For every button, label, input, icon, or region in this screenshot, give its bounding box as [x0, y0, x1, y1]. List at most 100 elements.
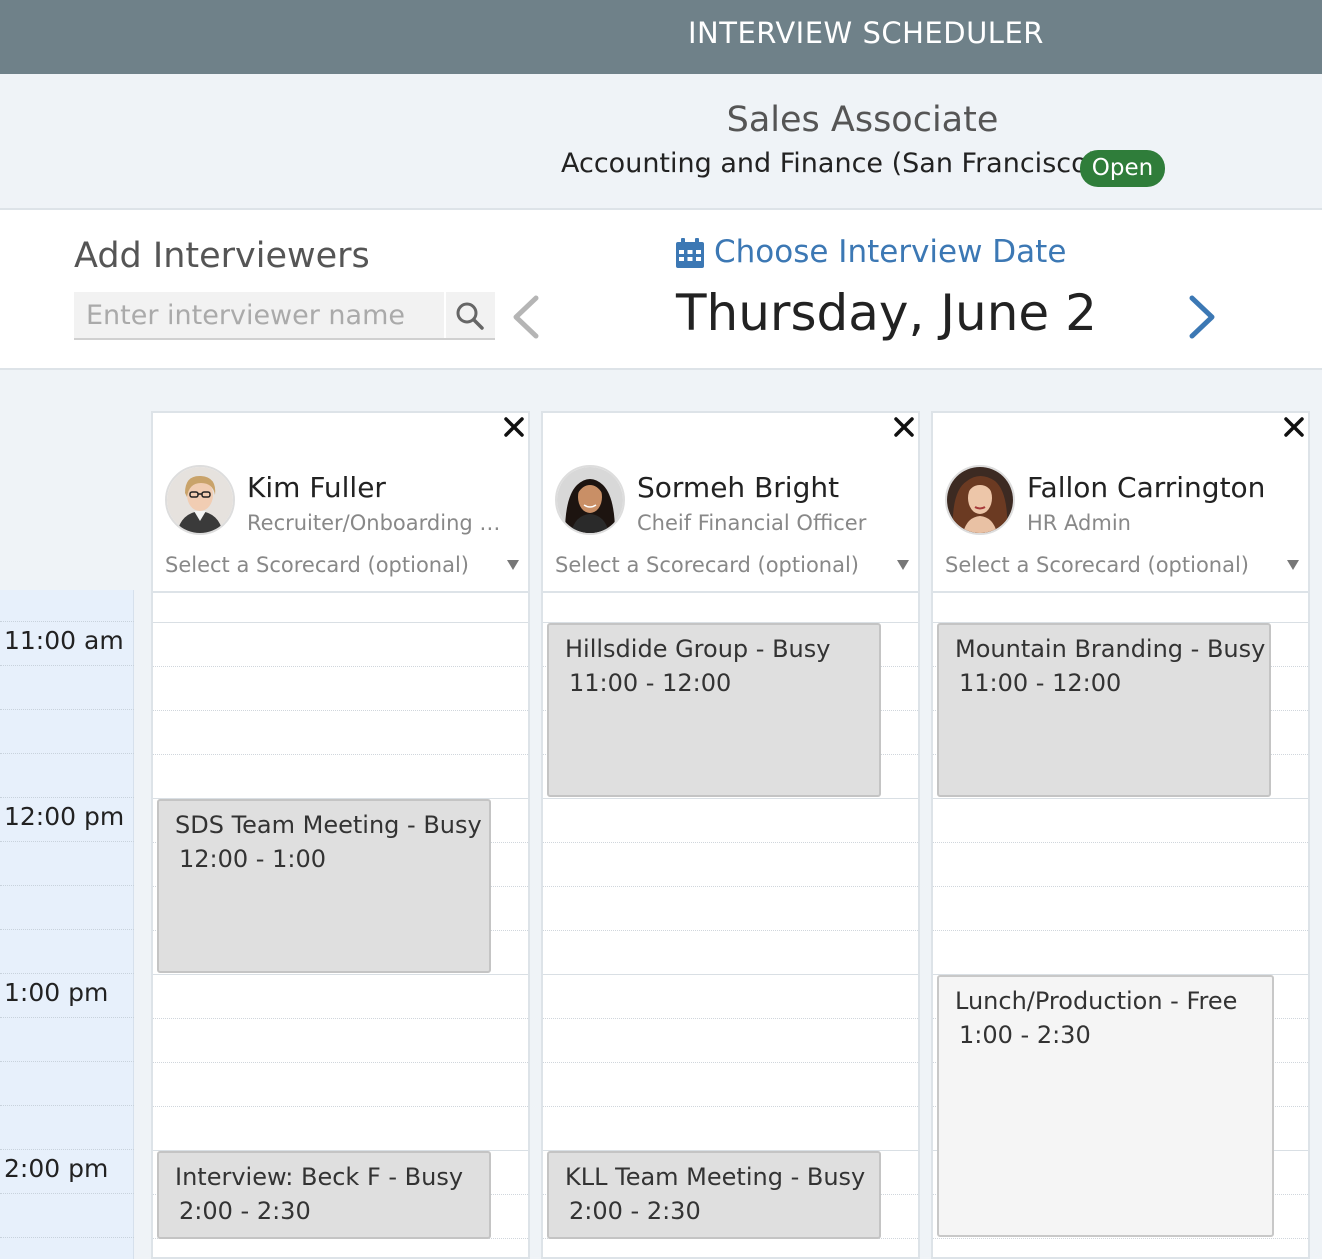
remove-interviewer-button[interactable] — [892, 415, 916, 439]
time-label-2pm: 2:00 pm — [4, 1154, 109, 1183]
status-badge: Open — [1080, 150, 1165, 187]
search-icon — [456, 302, 484, 330]
close-icon — [1284, 417, 1304, 437]
time-grid: Mountain Branding - Busy 11:00 - 12:00 L… — [933, 591, 1308, 1259]
previous-day-button[interactable] — [506, 292, 546, 342]
calendar-event[interactable]: Lunch/Production - Free 1:00 - 2:30 — [937, 975, 1274, 1237]
interviewer-name: Fallon Carrington — [1027, 471, 1266, 504]
chevron-left-icon — [513, 295, 539, 339]
scorecard-placeholder: Select a Scorecard (optional) — [945, 553, 1249, 577]
calendar-event[interactable]: SDS Team Meeting - Busy 12:00 - 1:00 — [157, 799, 491, 973]
time-gridline — [0, 709, 134, 710]
calendar-event[interactable]: Mountain Branding - Busy 11:00 - 12:00 — [937, 623, 1271, 797]
time-gridline — [0, 1105, 134, 1106]
grid-line — [933, 886, 1308, 887]
avatar-image — [557, 467, 623, 533]
grid-line — [933, 798, 1308, 799]
time-gridline — [0, 1017, 134, 1018]
event-time: 12:00 - 1:00 — [179, 845, 326, 873]
chevron-right-icon — [1189, 295, 1215, 339]
avatar-image — [947, 467, 1013, 533]
scorecard-select[interactable]: Select a Scorecard (optional) — [555, 549, 910, 583]
job-department: Accounting and Finance (San Francisco) — [561, 148, 1099, 179]
interviewer-name: Kim Fuller — [247, 471, 386, 504]
scorecard-select[interactable]: Select a Scorecard (optional) — [165, 549, 520, 583]
interviewer-role: Cheif Financial Officer — [637, 511, 867, 535]
calendar-event[interactable]: Interview: Beck F - Busy 2:00 - 2:30 — [157, 1151, 491, 1239]
time-gridline — [0, 1193, 134, 1194]
interviewer-role: Recruiter/Onboarding Specialist — [247, 511, 509, 535]
search-divider — [444, 292, 446, 338]
grid-line — [543, 1062, 918, 1063]
search-button[interactable] — [452, 298, 488, 334]
remove-interviewer-button[interactable] — [502, 415, 526, 439]
scheduler-controls: Add Interviewers Choose Interview Date — [0, 210, 1322, 370]
grid-line — [543, 1018, 918, 1019]
dropdown-arrow-icon — [1287, 560, 1299, 570]
grid-line — [933, 1238, 1308, 1239]
event-time: 2:00 - 2:30 — [179, 1197, 311, 1225]
time-grid: Hillsdide Group - Busy 11:00 - 12:00 KLL… — [543, 591, 918, 1259]
event-title: Hillsdide Group - Busy — [565, 635, 831, 663]
time-gridline — [0, 665, 134, 666]
time-label-1pm: 1:00 pm — [4, 978, 109, 1007]
avatar — [945, 465, 1015, 535]
dropdown-arrow-icon — [507, 560, 519, 570]
interviewer-role: HR Admin — [1027, 511, 1131, 535]
avatar-image — [167, 467, 233, 533]
grid-line — [543, 886, 918, 887]
time-gridline — [0, 1061, 134, 1062]
scorecard-placeholder: Select a Scorecard (optional) — [555, 553, 859, 577]
dropdown-arrow-icon — [897, 560, 909, 570]
time-gridline — [0, 621, 134, 622]
event-title: KLL Team Meeting - Busy — [565, 1163, 866, 1191]
choose-date-label: Choose Interview Date — [714, 234, 1067, 270]
grid-line — [933, 842, 1308, 843]
interviewer-column-fallon-carrington: Fallon Carrington HR Admin Select a Scor… — [931, 411, 1310, 1259]
calendar-event[interactable]: KLL Team Meeting - Busy 2:00 - 2:30 — [547, 1151, 881, 1239]
event-time: 2:00 - 2:30 — [569, 1197, 701, 1225]
grid-line — [543, 1106, 918, 1107]
interviewer-name: Sormeh Bright — [637, 471, 840, 504]
grid-line — [933, 930, 1308, 931]
time-gridline — [0, 885, 134, 886]
time-gridline — [0, 797, 134, 798]
avatar — [555, 465, 625, 535]
current-date: Thursday, June 2 — [676, 284, 1097, 342]
event-time: 11:00 - 12:00 — [569, 669, 732, 697]
time-column: 11:00 am 12:00 pm 1:00 pm 2:00 pm — [0, 590, 134, 1259]
grid-line — [153, 710, 528, 711]
event-title: Lunch/Production - Free — [955, 987, 1238, 1015]
job-title: Sales Associate — [726, 100, 999, 140]
scorecard-select[interactable]: Select a Scorecard (optional) — [945, 549, 1300, 583]
calendar-icon — [676, 238, 704, 268]
grid-line — [543, 930, 918, 931]
grid-line — [543, 842, 918, 843]
app-title: INTERVIEW SCHEDULER — [688, 16, 1044, 50]
time-gridline — [0, 841, 134, 842]
time-gridline — [0, 973, 134, 974]
close-icon — [504, 417, 524, 437]
next-day-button[interactable] — [1182, 292, 1222, 342]
grid-line — [543, 798, 918, 799]
interviewer-column-sormeh-bright: Sormeh Bright Cheif Financial Officer Se… — [541, 411, 920, 1259]
grid-line — [543, 974, 918, 975]
time-gridline — [0, 929, 134, 930]
grid-line — [153, 1062, 528, 1063]
add-interviewers-label: Add Interviewers — [74, 236, 370, 276]
remove-interviewer-button[interactable] — [1282, 415, 1306, 439]
calendar-event[interactable]: Hillsdide Group - Busy 11:00 - 12:00 — [547, 623, 881, 797]
interviewer-column-kim-fuller: Kim Fuller Recruiter/Onboarding Speciali… — [151, 411, 530, 1259]
interviewer-search-input[interactable] — [74, 292, 444, 338]
grid-line — [153, 974, 528, 975]
time-gridline — [0, 1237, 134, 1238]
grid-line — [153, 1106, 528, 1107]
job-header: Sales Associate Accounting and Finance (… — [0, 74, 1322, 210]
grid-line — [153, 666, 528, 667]
interviewer-search — [74, 292, 495, 340]
time-label-12pm: 12:00 pm — [4, 802, 125, 831]
event-title: Mountain Branding - Busy — [955, 635, 1266, 663]
event-time: 1:00 - 2:30 — [959, 1021, 1091, 1049]
time-gridline — [0, 1149, 134, 1150]
scorecard-placeholder: Select a Scorecard (optional) — [165, 553, 469, 577]
